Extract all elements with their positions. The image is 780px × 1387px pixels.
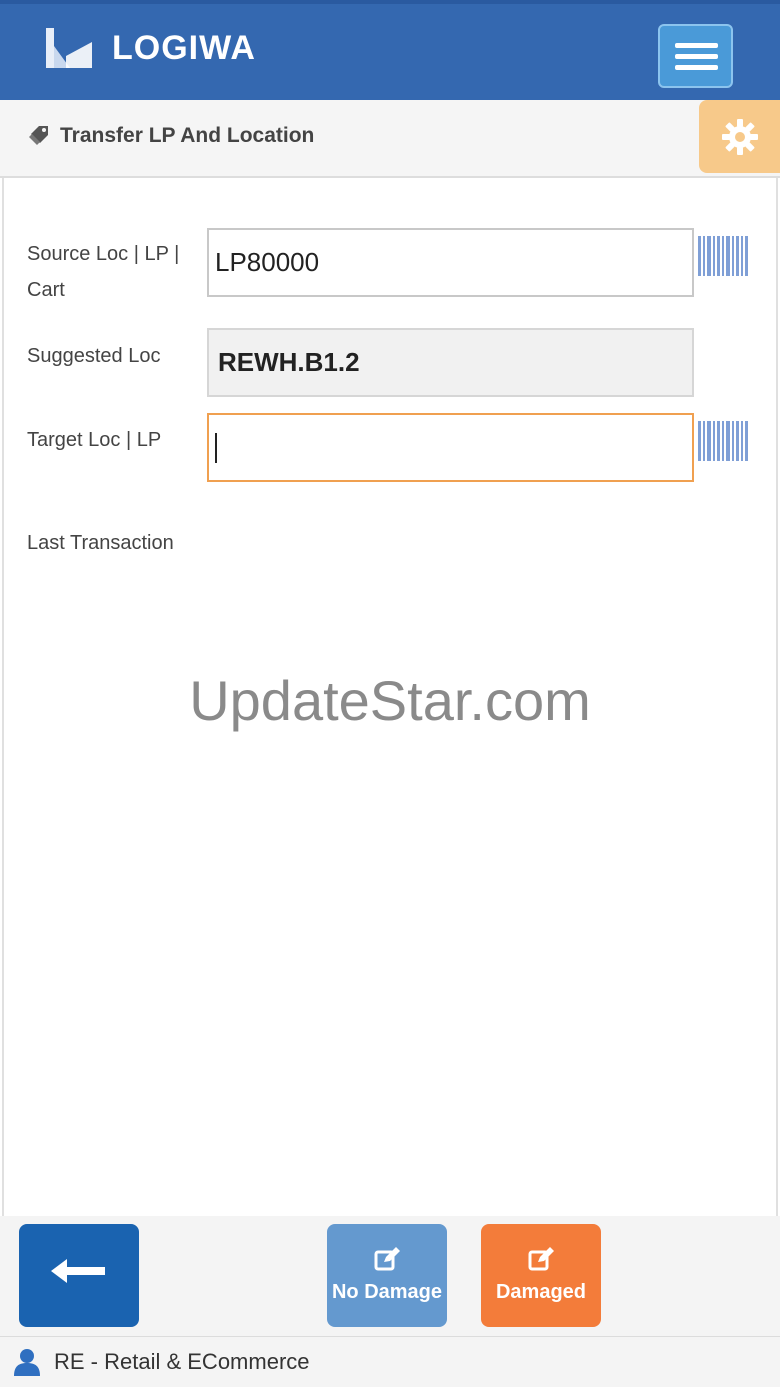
damaged-label: Damaged — [495, 1281, 587, 1303]
target-label: Target Loc | LP — [27, 429, 162, 451]
gear-icon — [721, 118, 758, 155]
back-button[interactable] — [19, 1224, 139, 1327]
page-title-bar: Transfer LP And Location — [0, 100, 780, 178]
page-title: Transfer LP And Location — [28, 124, 314, 148]
watermark: UpdateStar.com — [189, 669, 591, 732]
app-header: LOGIWA — [0, 0, 780, 100]
arrow-left-icon — [51, 1258, 105, 1283]
source-label-line1: Source Loc | LP | — [27, 243, 180, 265]
barcode-scan-icon[interactable] — [698, 421, 748, 461]
text-caret — [215, 432, 217, 463]
damaged-button[interactable]: Damaged — [481, 1224, 601, 1327]
settings-button[interactable] — [699, 100, 780, 173]
logo-mark-icon — [46, 28, 92, 68]
suggested-location-value: REWH.B1.2 — [218, 347, 360, 377]
user-icon — [14, 1349, 40, 1376]
barcode-scan-icon[interactable] — [698, 236, 748, 276]
menu-line — [675, 54, 718, 59]
source-input-value: LP80000 — [215, 247, 320, 277]
brand-name: LOGIWA — [112, 28, 256, 67]
source-label-line2: Cart — [27, 279, 65, 301]
edit-icon — [528, 1247, 554, 1271]
suggested-label: Suggested Loc — [27, 345, 161, 367]
hamburger-menu-button[interactable] — [658, 24, 733, 88]
last-transaction-label: Last Transaction — [27, 532, 174, 554]
status-bar: RE - Retail & ECommerce — [0, 1336, 780, 1387]
company-name: RE - Retail & ECommerce — [54, 1349, 310, 1374]
target-input[interactable] — [207, 413, 694, 482]
menu-line — [675, 65, 718, 70]
source-input[interactable]: LP80000 — [207, 228, 694, 297]
page-title-text: Transfer LP And Location — [60, 124, 315, 147]
edit-icon — [374, 1247, 400, 1271]
no-damage-button[interactable]: No Damage — [327, 1224, 447, 1327]
tags-icon — [29, 126, 48, 145]
menu-line — [675, 43, 718, 48]
suggested-location-field: REWH.B1.2 — [207, 328, 694, 397]
logiwa-logo: LOGIWA — [44, 24, 256, 72]
source-label: Source Loc | LP | Cart — [27, 236, 179, 308]
no-damage-label: No Damage — [331, 1281, 443, 1303]
